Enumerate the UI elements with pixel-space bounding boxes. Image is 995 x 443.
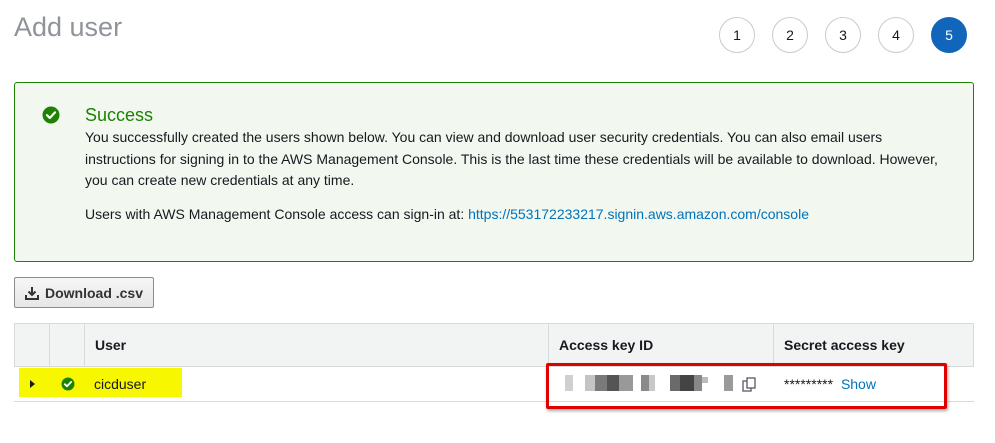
signin-prefix: Users with AWS Management Console access… — [85, 206, 469, 222]
column-header-expand — [15, 324, 50, 366]
expand-caret-icon[interactable] — [30, 380, 35, 388]
download-label: Download .csv — [44, 284, 144, 301]
username: cicduser — [94, 376, 147, 392]
alert-title: Success — [85, 105, 154, 125]
column-header-access-key-id[interactable]: Access key ID — [549, 324, 774, 366]
step-5-current[interactable]: 5 — [931, 17, 967, 53]
column-header-secret-access-key[interactable]: Secret access key — [774, 324, 973, 366]
column-header-user[interactable]: User — [85, 324, 549, 366]
check-circle-icon — [42, 106, 60, 124]
wizard-steps: 1 2 3 4 5 — [719, 17, 967, 53]
console-signin-link[interactable]: https://553172233217.signin.aws.amazon.c… — [468, 206, 809, 222]
table-header: User Access key ID Secret access key — [14, 323, 974, 367]
step-4[interactable]: 4 — [878, 17, 914, 53]
alert-message: You successfully created the users shown… — [85, 129, 938, 188]
step-3[interactable]: 3 — [825, 17, 861, 53]
add-user-page: Add user 1 2 3 4 5 Success You successfu… — [0, 0, 995, 443]
signin-info: Users with AWS Management Console access… — [85, 206, 809, 222]
download-csv-button[interactable]: Download .csv — [14, 277, 154, 308]
download-icon — [24, 286, 39, 300]
success-alert: Success You successfully created the use… — [14, 82, 974, 262]
column-header-status — [50, 324, 85, 366]
step-2[interactable]: 2 — [772, 17, 808, 53]
page-title: Add user — [14, 12, 123, 42]
annotation-highlight-box — [546, 363, 947, 409]
check-circle-icon — [61, 377, 75, 391]
step-1[interactable]: 1 — [719, 17, 755, 53]
